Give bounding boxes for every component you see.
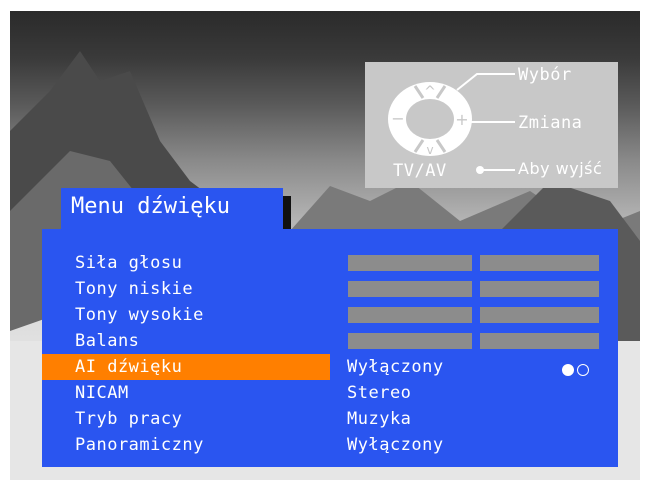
menu-item-label: Tony niskie	[75, 279, 194, 299]
treble-slider-left[interactable]	[348, 307, 472, 323]
menu-item-panoramic[interactable]: Panoramiczny Wyłączony	[42, 432, 618, 458]
menu-item-value: Muzyka	[347, 409, 412, 429]
menu-item-label: Panoramiczny	[75, 435, 204, 455]
dot-off-icon	[577, 364, 589, 376]
menu-item-balance[interactable]: Balans	[42, 328, 618, 354]
menu-item-treble[interactable]: Tony wysokie	[42, 302, 618, 328]
treble-slider-right[interactable]	[480, 307, 599, 323]
tv-screen: ^ − + v Wybór Zmiana TV/AV Aby wyjść Men…	[10, 11, 640, 480]
menu-item-value: Wyłączony	[347, 357, 444, 377]
menu-item-label: Tony wysokie	[75, 305, 204, 325]
menu-item-label: Tryb pracy	[75, 409, 183, 429]
help-exit-label: Aby wyjść	[518, 159, 603, 178]
volume-slider-left[interactable]	[348, 255, 472, 271]
menu-item-bass[interactable]: Tony niskie	[42, 276, 618, 302]
dot-on-icon	[562, 364, 574, 376]
toggle-dots-icon[interactable]	[562, 361, 592, 380]
menu-item-label: AI dźwięku	[75, 357, 183, 377]
menu-item-mode[interactable]: Tryb pracy Muzyka	[42, 406, 618, 432]
menu-item-nicam[interactable]: NICAM Stereo	[42, 380, 618, 406]
bass-slider-left[interactable]	[348, 281, 472, 297]
menu-item-ai-sound[interactable]: AI dźwięku Wyłączony	[42, 354, 618, 380]
menu-title-box: Menu dźwięku	[61, 188, 283, 229]
menu-item-label: NICAM	[75, 383, 129, 403]
tv-av-label: TV/AV	[393, 161, 447, 181]
menu-item-value: Wyłączony	[347, 435, 444, 455]
balance-slider-right[interactable]	[480, 333, 599, 349]
menu-item-label: Siła głosu	[75, 253, 183, 273]
menu-item-value: Stereo	[347, 383, 412, 403]
balance-slider-left[interactable]	[348, 333, 472, 349]
volume-slider-right[interactable]	[480, 255, 599, 271]
bass-slider-right[interactable]	[480, 281, 599, 297]
help-select-label: Wybór	[518, 65, 572, 85]
help-panel: ^ − + v Wybór Zmiana TV/AV Aby wyjść	[365, 62, 618, 188]
menu-item-volume[interactable]: Siła głosu	[42, 250, 618, 276]
menu-item-label: Balans	[75, 331, 140, 351]
help-change-label: Zmiana	[518, 113, 583, 133]
menu-title: Menu dźwięku	[71, 194, 230, 219]
sound-menu-panel: Siła głosu Tony niskie Tony wysokie Bala…	[42, 229, 618, 467]
